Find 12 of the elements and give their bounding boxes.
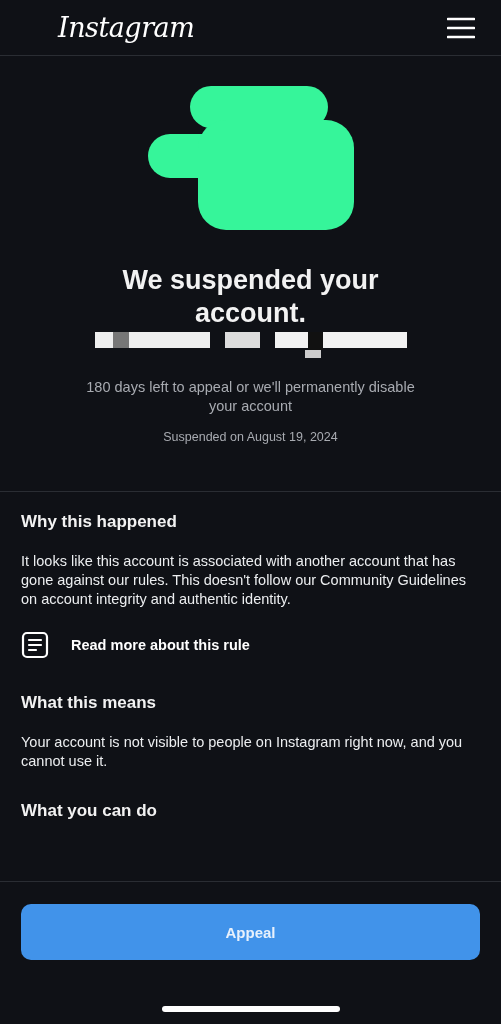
suspension-date: Suspended on August 19, 2024 — [163, 430, 338, 444]
appeal-deadline-text: 180 days left to appeal or we'll permanently disable your account — [85, 378, 416, 416]
menu-icon[interactable] — [447, 16, 475, 39]
section-heading: What you can do — [21, 801, 158, 821]
section-heading: What this means — [21, 693, 158, 713]
rule-link[interactable]: Read more about this rule — [21, 631, 250, 659]
section-text: Your account is not visible to people on Instagram right now, and you cannot use it. — [21, 733, 464, 771]
section-text: It looks like this account is associated with another account that has gone against our rules. This doesn't follow our Community Guidelines on account integrity and authentic identity. — [21, 552, 467, 609]
document-icon — [21, 631, 49, 659]
suspension-title: We suspended your account. — [121, 264, 380, 330]
instagram-logo[interactable]: Instagram — [58, 12, 195, 43]
section-heading: Why this happened — [21, 512, 178, 532]
